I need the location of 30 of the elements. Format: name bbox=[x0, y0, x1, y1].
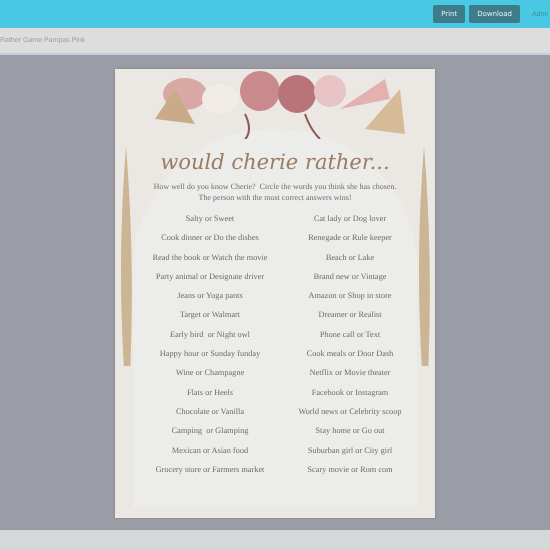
choice-text: Wine or Champagne bbox=[174, 367, 246, 380]
choice-text: Facebook or Instagram bbox=[310, 386, 390, 399]
choice-text: Stay home or Go out bbox=[314, 425, 386, 438]
choice-text: Brand new or Vintage bbox=[312, 270, 388, 283]
choice-text: Grocery store or Farmers market bbox=[154, 464, 266, 476]
choice-text: Cat lady or Dog lover bbox=[312, 213, 388, 225]
document-title: would cherie rather... bbox=[160, 149, 390, 176]
choice-text: Cook dinner or Do the dishes bbox=[160, 232, 260, 244]
choice-text: World news or Celebrity scoop bbox=[297, 406, 403, 418]
choice-text: Early bird or Night owl bbox=[169, 328, 251, 341]
choice-text: Cook meals or Door Dash bbox=[306, 348, 394, 360]
choice-text: Amazon or Shop in store bbox=[308, 290, 392, 302]
choice-text: Read the book or Watch the movie bbox=[152, 252, 268, 264]
choice-text: Suburban girl or City girl bbox=[306, 444, 394, 457]
choice-text: Camping or Glamping bbox=[170, 425, 250, 438]
choice-text: Party animal or Designate driver bbox=[154, 270, 266, 283]
choice-text: Chocolate or Vanilla bbox=[174, 406, 246, 418]
choice-text: Flats or Heels bbox=[186, 386, 234, 399]
intro-paragraph: How well do you know Cherie? Circle the words you think she has chosen. The person with the most correct answers wins! bbox=[152, 181, 398, 203]
choice-text: Dreamer or Realist bbox=[317, 309, 383, 322]
choice-text: Salty or Sweet bbox=[184, 213, 236, 225]
choice-text: Mexican or Asian food bbox=[170, 444, 250, 457]
choice-text: Target or Walmart bbox=[178, 309, 242, 322]
choice-text: Netflix or Movie theater bbox=[308, 367, 392, 380]
choice-text: Happy hour or Sunday funday bbox=[158, 348, 262, 360]
choice-text: Beach or Lake bbox=[324, 252, 376, 264]
choice-text: Renegade or Rule keeper bbox=[307, 232, 393, 244]
choice-text: Jeans or Yoga pants bbox=[176, 290, 244, 302]
choice-text: Scary movie or Rom com bbox=[306, 464, 394, 476]
choice-text: Phone call or Text bbox=[318, 328, 382, 341]
